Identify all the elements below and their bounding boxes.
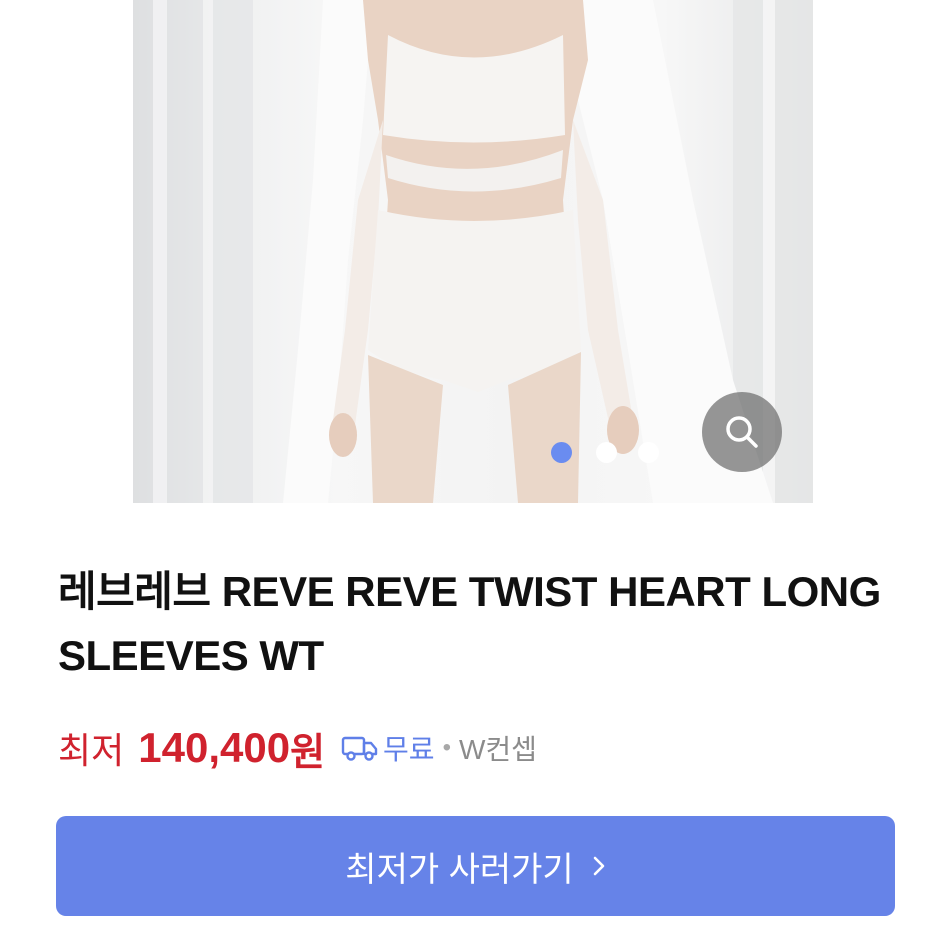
carousel-dot-2[interactable]	[596, 442, 617, 463]
price-value: 140,400	[138, 724, 291, 771]
buy-button-label: 최저가 사러가기	[345, 850, 574, 889]
price-row: 최저 140,400 원 무료 • W컨셉	[58, 718, 537, 778]
carousel-dot-1[interactable]	[551, 442, 572, 463]
price-prefix: 최저	[58, 730, 125, 771]
seller-name: W컨셉	[458, 734, 537, 765]
product-title: 레브레브 REVE REVE TWIST HEART LONG SLEEVES …	[58, 568, 881, 679]
search-icon	[726, 416, 758, 448]
carousel-dot-3[interactable]	[638, 442, 659, 463]
price-unit: 원	[290, 731, 326, 774]
shipping-label: 무료	[383, 734, 435, 765]
zoom-button[interactable]	[702, 392, 782, 472]
buy-lowest-price-button[interactable]: 최저가 사러가기	[56, 816, 895, 916]
chevron-right-icon	[593, 856, 605, 876]
separator-dot: •	[442, 734, 451, 761]
truck-icon	[341, 736, 378, 761]
